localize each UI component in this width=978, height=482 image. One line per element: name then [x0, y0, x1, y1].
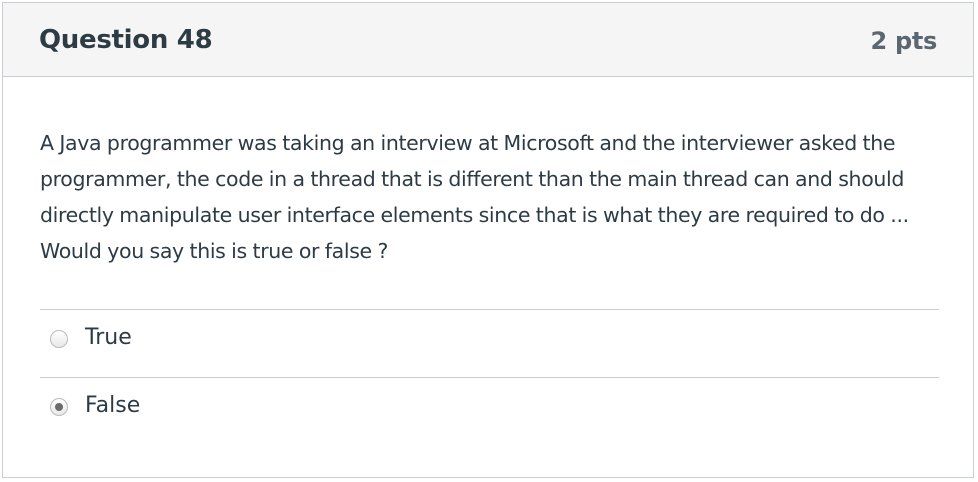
- question-text: A Java programmer was taking an intervie…: [40, 131, 909, 263]
- radio-selected-dot: [55, 403, 63, 411]
- answer-list: True False: [40, 309, 939, 445]
- question-header: Question 48 2 pts: [3, 3, 973, 77]
- radio-true[interactable]: [50, 330, 68, 348]
- question-card: Question 48 2 pts A Java programmer was …: [2, 2, 974, 478]
- answer-option-false[interactable]: False: [40, 377, 939, 445]
- answer-option-true[interactable]: True: [40, 309, 939, 377]
- question-title: Question 48: [39, 25, 213, 55]
- radio-false[interactable]: [50, 398, 68, 416]
- question-points: 2 pts: [870, 27, 938, 55]
- answer-label-true[interactable]: True: [85, 323, 132, 353]
- answer-label-false[interactable]: False: [85, 391, 140, 421]
